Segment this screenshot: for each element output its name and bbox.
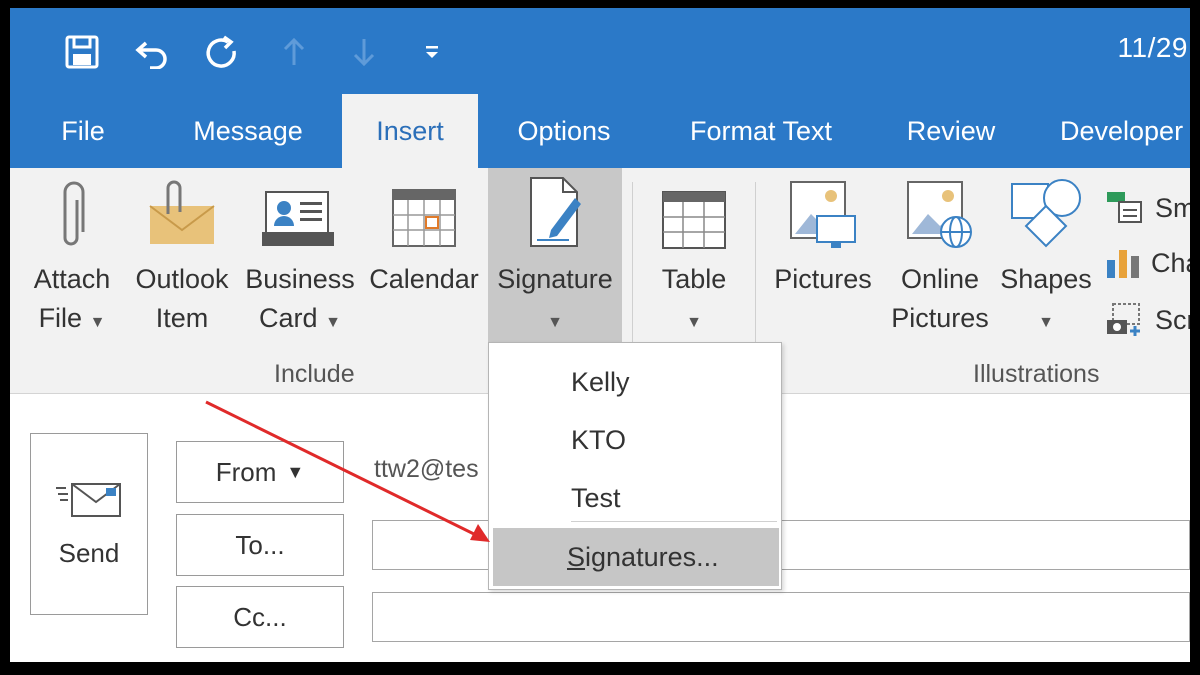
- business-card-icon: [262, 168, 338, 260]
- pictures-button[interactable]: Pictures: [766, 168, 880, 299]
- from-label: From: [215, 456, 277, 487]
- calendar-icon: [391, 168, 457, 260]
- cc-field[interactable]: [372, 592, 1190, 642]
- tab-developer[interactable]: Developer: [1060, 94, 1190, 168]
- tab-file[interactable]: File: [50, 94, 116, 168]
- tab-options[interactable]: Options: [504, 94, 624, 168]
- group-label-illustrations: Illustrations: [973, 360, 1100, 388]
- undo-icon[interactable]: [130, 30, 174, 74]
- tab-insert[interactable]: Insert: [342, 94, 478, 168]
- cc-button[interactable]: Cc...: [176, 586, 344, 648]
- from-button[interactable]: From ▼: [176, 441, 344, 503]
- outlook-message-window: 11/29 File Message Insert Options Format…: [10, 8, 1190, 662]
- table-button[interactable]: Table ▼: [646, 168, 742, 342]
- send-icon: [56, 482, 121, 517]
- online-pictures-label-2: Pictures: [891, 303, 989, 333]
- online-pictures-icon: [904, 168, 976, 260]
- business-card-label-2: Card: [259, 303, 318, 333]
- calendar-button[interactable]: Calendar: [366, 168, 482, 299]
- signature-icon: [523, 168, 587, 260]
- title-text: 11/29: [1117, 32, 1188, 63]
- pictures-label: Pictures: [774, 264, 872, 294]
- shapes-label: Shapes: [1000, 264, 1092, 294]
- menu-divider: [571, 521, 777, 522]
- signature-button[interactable]: Signature ▼: [488, 168, 622, 344]
- redo-icon[interactable]: [200, 30, 244, 74]
- signature-dropdown-menu: Kelly KTO Test Signatures...: [488, 342, 782, 590]
- menu-item-test[interactable]: Test: [571, 483, 621, 514]
- signature-label: Signature: [497, 264, 613, 294]
- tab-message[interactable]: Message: [178, 94, 318, 168]
- ribbon-tabs: File Message Insert Options Format Text …: [10, 94, 1190, 168]
- chevron-down-icon: ▼: [286, 461, 305, 482]
- calendar-label: Calendar: [369, 264, 479, 294]
- shapes-button[interactable]: Shapes ▼: [1000, 168, 1092, 342]
- smartart-button[interactable]: Sma: [1105, 190, 1190, 226]
- menu-item-kelly[interactable]: Kelly: [571, 367, 630, 398]
- online-pictures-label-1: Online: [900, 264, 980, 294]
- from-address: ttw2@tes: [374, 455, 479, 483]
- menu-item-kto[interactable]: KTO: [571, 425, 626, 456]
- screenshot-label: Scre: [1155, 304, 1190, 335]
- cc-label: Cc...: [233, 601, 287, 632]
- attach-file-label-2: File: [38, 303, 83, 333]
- save-icon[interactable]: [60, 30, 104, 74]
- chart-icon: [1107, 250, 1139, 278]
- online-pictures-button[interactable]: Online Pictures: [884, 168, 996, 338]
- chevron-down-icon: ▼: [89, 314, 106, 331]
- outlook-item-icon: [146, 168, 218, 260]
- send-label: Send: [58, 537, 120, 568]
- chevron-down-icon: ▼: [1038, 314, 1054, 331]
- chart-label: Cha: [1151, 247, 1190, 278]
- pictures-icon: [787, 168, 859, 260]
- chevron-down-icon: ▼: [547, 314, 563, 331]
- send-button[interactable]: Send: [30, 433, 148, 615]
- to-label: To...: [235, 529, 285, 560]
- screenshot-icon: [1107, 303, 1140, 336]
- attach-file-label-1: Attach: [33, 264, 111, 294]
- business-card-label-1: Business: [245, 264, 355, 294]
- business-card-button[interactable]: Business Card ▼: [242, 168, 358, 342]
- attach-file-button[interactable]: Attach File ▼: [24, 168, 120, 342]
- outlook-item-label-2: Item: [155, 303, 209, 333]
- tab-format-text[interactable]: Format Text: [676, 94, 846, 168]
- menu-item-signatures[interactable]: Signatures...: [493, 528, 779, 586]
- paperclip-icon: [57, 168, 87, 260]
- screenshot-button[interactable]: Scre: [1105, 302, 1190, 338]
- down-arrow-icon[interactable]: [342, 30, 386, 74]
- title-bar: 11/29: [10, 8, 1190, 94]
- chart-button[interactable]: Cha: [1105, 246, 1190, 280]
- customize-icon[interactable]: [410, 30, 454, 74]
- table-icon: [661, 168, 727, 260]
- smartart-label: Sma: [1155, 192, 1190, 223]
- to-button[interactable]: To...: [176, 514, 344, 576]
- outlook-item-label-1: Outlook: [135, 264, 229, 294]
- smartart-icon: [1107, 192, 1142, 223]
- table-label: Table: [661, 264, 727, 294]
- shapes-icon: [1008, 168, 1084, 260]
- group-label-include: Include: [274, 360, 355, 388]
- outlook-item-button[interactable]: Outlook Item: [126, 168, 238, 338]
- up-arrow-icon[interactable]: [272, 30, 316, 74]
- tab-review[interactable]: Review: [896, 94, 1006, 168]
- chevron-down-icon: ▼: [686, 314, 702, 331]
- chevron-down-icon: ▼: [325, 314, 341, 331]
